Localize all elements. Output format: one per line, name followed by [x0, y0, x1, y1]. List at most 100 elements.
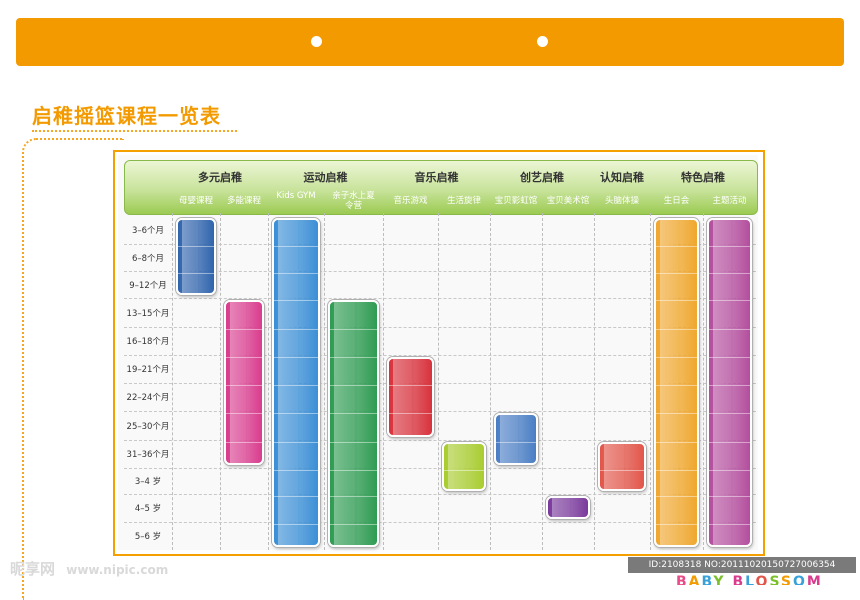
bar-segment-divider	[709, 300, 750, 301]
bar-segment-divider	[709, 357, 750, 358]
course-bar[interactable]	[494, 413, 538, 465]
age-label: 9–12个月	[129, 280, 167, 291]
course-header: 母婴课程	[178, 196, 213, 206]
bar-segment-divider	[330, 413, 377, 414]
bar-segment-divider	[178, 273, 214, 274]
bar-segment-divider	[656, 442, 697, 443]
bar-segment-divider	[709, 470, 750, 471]
column-divider	[703, 213, 704, 550]
bar-segment-divider	[656, 470, 697, 471]
column-divider	[324, 213, 325, 550]
bar-segment-divider	[389, 413, 432, 414]
course-header: 宝贝影虹馆	[494, 196, 538, 206]
age-label: 5–6 岁	[134, 532, 162, 542]
brand-letter: L	[745, 574, 756, 585]
course-bar[interactable]	[546, 496, 590, 519]
bar-segment-divider	[330, 496, 377, 497]
brand-letter: S	[769, 574, 781, 585]
brand-name: BABY BLOSSOM	[676, 574, 823, 585]
bar-segment-divider	[226, 385, 262, 386]
bar-segment-divider	[330, 442, 377, 443]
bar-segment-divider	[656, 385, 697, 386]
course-bar[interactable]	[707, 218, 752, 547]
course-header: 宝贝美术馆	[546, 196, 590, 206]
brand-letter: B	[732, 574, 746, 585]
bar-segment-divider	[656, 413, 697, 414]
course-bar[interactable]	[654, 218, 699, 547]
bar-segment-divider	[226, 413, 262, 414]
bar-segment-divider	[226, 329, 262, 330]
binder-hole	[537, 36, 548, 47]
bar-segment-divider	[709, 246, 750, 247]
page-title: 启稚摇篮课程一览表	[32, 104, 221, 128]
bar-segment-divider	[600, 470, 644, 471]
brand-letter: Y	[713, 574, 726, 585]
course-header: 亲子水上夏令营	[332, 191, 375, 211]
bar-segment-divider	[274, 470, 318, 471]
bar-segment-divider	[330, 329, 377, 330]
age-label: 25–30个月	[126, 421, 170, 432]
watermark-logo: 昵享网 www.nipic.com	[10, 558, 168, 579]
bar-segment-divider	[274, 442, 318, 443]
course-header: 多能课程	[226, 196, 261, 206]
bar-segment-divider	[709, 385, 750, 386]
bar-segment-divider	[274, 524, 318, 525]
bar-segment-divider	[274, 329, 318, 330]
decorative-dashed-border	[22, 138, 124, 600]
course-bar[interactable]	[387, 357, 434, 437]
bar-segment-divider	[274, 496, 318, 497]
course-bar[interactable]	[328, 300, 379, 547]
course-header: 生活旋律	[446, 196, 481, 206]
category-header: 认知启稚	[600, 171, 644, 184]
course-bar[interactable]	[272, 218, 320, 547]
bar-segment-divider	[274, 385, 318, 386]
course-header: 头脑体操	[604, 196, 639, 206]
brand-letter: O	[755, 574, 770, 585]
age-label: 13–15个月	[126, 308, 170, 319]
bar-segment-divider	[444, 470, 484, 471]
brand-letter: M	[806, 574, 823, 585]
title-underline	[32, 130, 237, 132]
bar-segment-divider	[274, 300, 318, 301]
column-divider	[490, 213, 491, 550]
course-header: Kids GYM	[276, 191, 316, 201]
category-header: 音乐启稚	[414, 171, 459, 184]
column-divider	[650, 213, 651, 550]
age-label: 3–6个月	[131, 226, 165, 236]
category-header: 创艺启稚	[520, 171, 564, 184]
bar-segment-divider	[656, 357, 697, 358]
column-divider	[268, 213, 269, 550]
column-divider	[172, 213, 173, 550]
brand-letter: O	[793, 574, 807, 585]
bar-segment-divider	[496, 442, 536, 443]
course-bar[interactable]	[598, 442, 646, 491]
bar-segment-divider	[656, 496, 697, 497]
course-header: 生日会	[663, 196, 690, 206]
brand-letter: B	[676, 574, 689, 585]
bar-segment-divider	[330, 357, 377, 358]
course-bar[interactable]	[442, 442, 486, 491]
top-banner	[16, 18, 844, 66]
bar-segment-divider	[709, 496, 750, 497]
age-label: 16–18个月	[126, 337, 170, 347]
bar-segment-divider	[656, 524, 697, 525]
course-header: 主题活动	[712, 196, 747, 206]
course-bar[interactable]	[224, 300, 264, 465]
watermark-url: www.nipic.com	[66, 563, 169, 577]
category-header: 特色启稚	[681, 171, 725, 184]
category-header: 运动启稚	[303, 171, 348, 184]
age-label: 31–36个月	[126, 450, 170, 460]
course-bar[interactable]	[176, 218, 216, 295]
bar-segment-divider	[226, 357, 262, 358]
column-divider	[594, 213, 595, 550]
course-header: 音乐游戏	[393, 196, 428, 206]
category-header: 多元启稚	[198, 171, 242, 184]
bar-segment-divider	[709, 524, 750, 525]
binder-hole	[311, 36, 322, 47]
age-label: 6–8个月	[131, 253, 165, 264]
bar-segment-divider	[330, 524, 377, 525]
bar-segment-divider	[656, 246, 697, 247]
brand-letter: S	[780, 574, 793, 585]
brand-letter: A	[688, 574, 702, 585]
bar-segment-divider	[709, 442, 750, 443]
